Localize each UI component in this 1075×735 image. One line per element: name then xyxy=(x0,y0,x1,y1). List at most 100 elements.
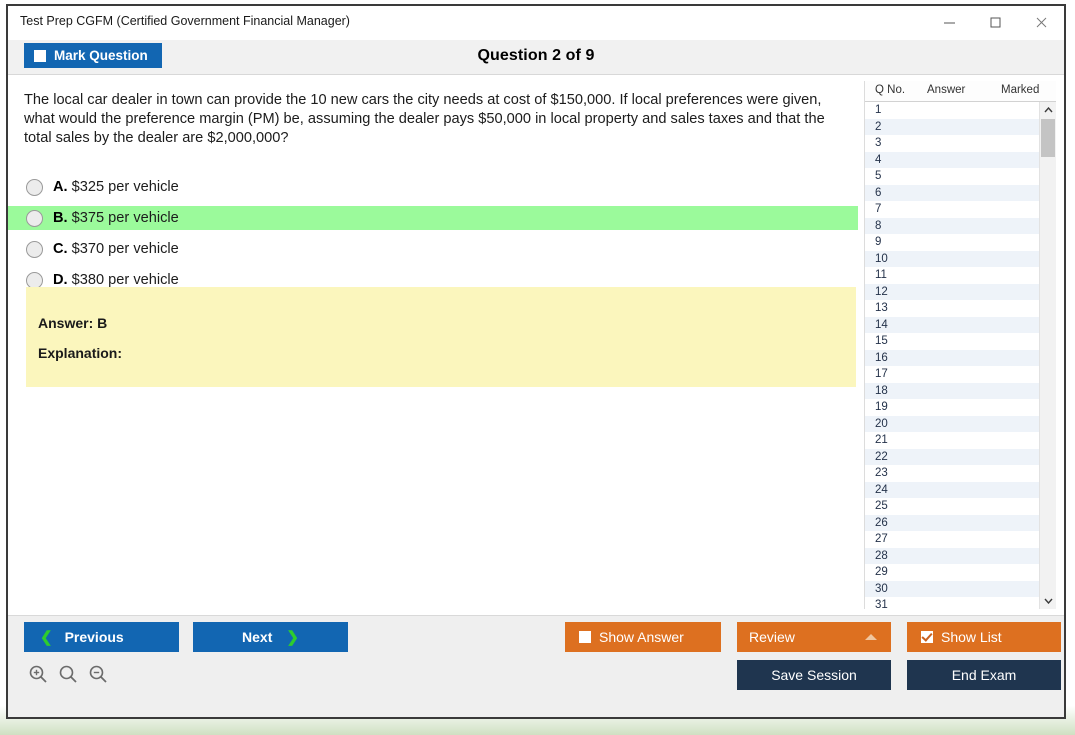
question-list-row[interactable]: 11 xyxy=(865,267,1056,284)
exam-header: Mark Question Question 2 of 9 xyxy=(8,40,1064,75)
question-list-row[interactable]: 10 xyxy=(865,250,1056,267)
radio-icon[interactable] xyxy=(26,178,43,196)
zoom-in-icon[interactable] xyxy=(28,664,48,684)
question-list-row[interactable]: 5 xyxy=(865,168,1056,185)
question-list-row[interactable]: 27 xyxy=(865,531,1056,548)
question-row-number: 14 xyxy=(875,318,888,331)
question-list-row[interactable]: 19 xyxy=(865,399,1056,416)
question-row-number: 22 xyxy=(875,450,888,463)
previous-button[interactable]: ❮ Previous xyxy=(24,622,179,652)
option-label: D. $380 per vehicle xyxy=(53,272,179,288)
question-list-row[interactable]: 17 xyxy=(865,366,1056,383)
option-row[interactable]: B. $375 per vehicle xyxy=(8,206,858,230)
question-row-number: 5 xyxy=(875,170,882,182)
option-label: B. $375 per vehicle xyxy=(53,210,179,226)
end-exam-label: End Exam xyxy=(951,667,1017,683)
page-title: Question 2 of 9 xyxy=(477,47,595,64)
question-row-number: 7 xyxy=(875,203,882,215)
explanation-label: Explanation: xyxy=(38,345,123,361)
question-list-row[interactable]: 6 xyxy=(865,184,1056,201)
question-row-number: 20 xyxy=(875,417,888,430)
column-header-marked: Marked xyxy=(1001,84,1040,96)
question-list-row[interactable]: 2 xyxy=(865,118,1056,135)
question-list-row[interactable]: 31 xyxy=(865,597,1056,609)
answer-value: Answer: B xyxy=(38,315,108,331)
question-list-scrollbar[interactable] xyxy=(1039,102,1056,609)
question-row-number: 26 xyxy=(875,516,888,529)
question-row-number: 6 xyxy=(875,186,882,199)
question-list-row[interactable]: 13 xyxy=(865,300,1056,317)
show-answer-button[interactable]: Show Answer xyxy=(565,622,721,652)
question-row-number: 13 xyxy=(875,302,888,314)
question-list-row[interactable]: 22 xyxy=(865,448,1056,465)
footer-toolbar: ❮ Previous Next ❯ Show Answer Review Sho… xyxy=(8,615,1064,717)
next-button[interactable]: Next ❯ xyxy=(193,622,348,652)
radio-icon[interactable] xyxy=(26,271,43,289)
question-row-number: 11 xyxy=(875,269,887,281)
question-row-number: 29 xyxy=(875,566,888,578)
review-dropdown-button[interactable]: Review xyxy=(737,622,891,652)
question-list-row[interactable]: 21 xyxy=(865,432,1056,449)
window-controls xyxy=(926,6,1064,39)
question-row-number: 15 xyxy=(875,335,888,347)
show-list-button[interactable]: Show List xyxy=(907,622,1061,652)
question-row-number: 18 xyxy=(875,384,888,397)
previous-label: Previous xyxy=(64,629,124,645)
option-row[interactable]: A. $325 per vehicle xyxy=(8,175,858,199)
show-answer-checkbox-icon xyxy=(579,631,591,643)
question-list-row[interactable]: 14 xyxy=(865,316,1056,333)
question-list-row[interactable]: 26 xyxy=(865,514,1056,531)
question-row-number: 28 xyxy=(875,549,888,562)
question-list-row[interactable]: 9 xyxy=(865,234,1056,251)
question-row-number: 10 xyxy=(875,252,888,265)
question-list-row[interactable]: 3 xyxy=(865,135,1056,152)
question-row-number: 24 xyxy=(875,483,888,496)
question-area: The local car dealer in town can provide… xyxy=(8,75,1064,615)
question-row-number: 1 xyxy=(875,104,882,116)
column-header-qno: Q No. xyxy=(875,84,906,96)
question-list-row[interactable]: 28 xyxy=(865,547,1056,564)
scroll-down-icon[interactable] xyxy=(1040,593,1056,609)
show-list-checkbox-icon xyxy=(921,631,933,643)
zoom-out-icon[interactable] xyxy=(88,664,108,684)
question-row-number: 23 xyxy=(875,467,888,479)
zoom-tools xyxy=(28,664,108,684)
chevron-right-icon: ❯ xyxy=(286,629,299,646)
question-list-row[interactable]: 25 xyxy=(865,498,1056,515)
question-list-row[interactable]: 15 xyxy=(865,333,1056,350)
question-row-number: 17 xyxy=(875,368,888,380)
show-list-label: Show List xyxy=(941,629,1002,645)
maximize-icon[interactable] xyxy=(972,6,1018,39)
question-list-row[interactable]: 20 xyxy=(865,415,1056,432)
question-row-number: 3 xyxy=(875,137,882,149)
question-list-row[interactable]: 8 xyxy=(865,217,1056,234)
question-row-number: 8 xyxy=(875,219,882,232)
zoom-reset-icon[interactable] xyxy=(58,664,78,684)
question-list-row[interactable]: 1 xyxy=(865,102,1056,119)
chevron-left-icon: ❮ xyxy=(40,629,53,646)
scrollbar-thumb[interactable] xyxy=(1041,119,1055,157)
end-exam-button[interactable]: End Exam xyxy=(907,660,1061,690)
question-row-number: 27 xyxy=(875,533,888,545)
question-list-row[interactable]: 16 xyxy=(865,349,1056,366)
window-title: Test Prep CGFM (Certified Government Fin… xyxy=(20,14,350,28)
question-list-row[interactable]: 7 xyxy=(865,201,1056,218)
question-list-row[interactable]: 12 xyxy=(865,283,1056,300)
scroll-up-icon[interactable] xyxy=(1040,102,1056,118)
save-session-button[interactable]: Save Session xyxy=(737,660,891,690)
radio-icon[interactable] xyxy=(26,209,43,227)
radio-icon[interactable] xyxy=(26,240,43,258)
question-list-row[interactable]: 29 xyxy=(865,564,1056,581)
question-list-row[interactable]: 4 xyxy=(865,151,1056,168)
question-list-row[interactable]: 24 xyxy=(865,481,1056,498)
question-row-number: 31 xyxy=(875,599,888,609)
question-list-row[interactable]: 18 xyxy=(865,382,1056,399)
question-list-rows[interactable]: 1 2 3 4 5 6 7 8 9 10 11 12 13 14 15 16 17 18 19 20 21 22 23 24 2… xyxy=(865,102,1056,609)
question-list-row[interactable]: 30 xyxy=(865,580,1056,597)
title-bar: Test Prep CGFM (Certified Government Fin… xyxy=(8,6,1064,40)
minimize-icon[interactable] xyxy=(926,6,972,39)
option-row[interactable]: C. $370 per vehicle xyxy=(8,237,858,261)
column-header-answer: Answer xyxy=(927,84,966,96)
question-list-row[interactable]: 23 xyxy=(865,465,1056,482)
close-icon[interactable] xyxy=(1018,6,1064,39)
